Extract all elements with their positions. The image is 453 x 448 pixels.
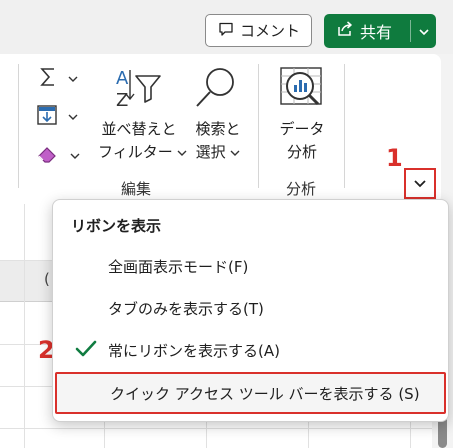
group-label-editing: 編集 [121,180,152,198]
ribbon-display-options-menu: リボンを表示 全画面表示モード(F) タブのみを表示する(T) 常にリボンを表示… [52,199,449,422]
clear-button[interactable] [36,144,80,168]
chevron-down-icon [68,73,78,86]
share-button[interactable]: 共有 [324,14,436,48]
chevron-down-icon [230,143,240,161]
menu-item-fullscreen-mode[interactable]: 全画面表示モード(F) [53,246,448,286]
ribbon-separator [258,64,259,188]
menu-item-always-show-ribbon[interactable]: 常にリボンを表示する(A) [53,330,448,370]
find-select-label-line2: 選択 [195,143,226,161]
ribbon-separator [18,64,19,188]
comments-button[interactable]: コメント [205,14,312,47]
checkmark-icon [75,339,97,363]
chevron-down-icon[interactable] [418,23,430,42]
step-1-marker: 1 [386,144,403,172]
ribbon-display-options-button[interactable] [404,168,436,199]
chevron-down-icon [177,143,187,161]
sort-filter-label-line2: フィルター [98,143,173,161]
menu-item-show-tabs-only[interactable]: タブのみを表示する(T) [53,288,448,328]
chevron-down-icon [68,111,78,124]
svg-text:Z: Z [116,90,128,111]
fill-down-icon [36,104,58,130]
group-label-analysis: 分析 [286,180,317,198]
chevron-down-icon [413,174,427,193]
share-button-label: 共有 [360,23,393,42]
share-divider [410,20,411,42]
analyze-data-label-line1: データ [279,120,325,138]
grid-line [0,428,453,429]
menu-item-label: 常にリボンを表示する(A) [108,341,280,360]
find-select-label-line1: 検索と [195,120,241,138]
grid-line [24,204,25,448]
fill-button[interactable] [36,104,78,130]
autosum-button[interactable] [38,66,78,92]
share-icon [336,20,354,42]
comments-button-label: コメント [240,22,301,40]
chevron-down-icon [70,150,80,163]
menu-title: リボンを表示 [71,217,162,235]
title-bar: コメント 共有 [0,0,453,54]
comment-icon [218,21,234,41]
ribbon: A Z 並べ替えと フィルター 検索と 選択 データ 分析 編集 分析 [0,54,441,204]
sigma-icon [38,66,58,92]
menu-item-label: クイック アクセス ツール バーを表示する (S) [110,384,420,403]
svg-text:A: A [116,68,129,89]
analyze-data-label-line2: 分析 [286,143,317,161]
menu-item-label: 全画面表示モード(F) [108,257,249,276]
menu-item-label: タブのみを表示する(T) [108,299,264,318]
menu-item-show-quick-access-toolbar[interactable]: クイック アクセス ツール バーを表示する (S) [55,372,446,414]
search-icon [194,66,238,116]
column-header-text: ( [44,270,50,288]
analyze-data-icon [278,64,326,116]
ribbon-separator [344,64,345,188]
eraser-icon [36,144,60,168]
sort-filter-label-line1: 並べ替えと [101,120,177,138]
sort-filter-icon: A Z [112,66,164,116]
